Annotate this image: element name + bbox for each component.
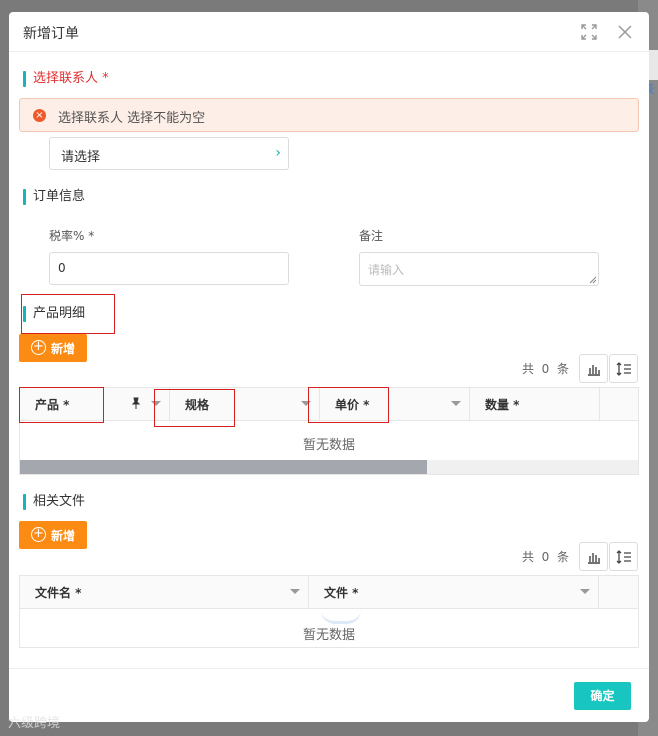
density-button[interactable] [609, 354, 638, 383]
chevron-right-icon: › [275, 145, 281, 161]
sort-caret-icon[interactable] [290, 589, 300, 594]
density-button[interactable] [609, 542, 638, 571]
pin-icon[interactable] [130, 397, 142, 409]
bar-chart-icon [588, 553, 600, 564]
highlight-box [21, 294, 115, 334]
error-icon: × [33, 109, 46, 122]
add-file-button[interactable]: + 新增 [19, 521, 87, 549]
sort-caret-icon[interactable] [451, 401, 461, 406]
column-filename-label: 文件名 * [35, 586, 82, 600]
highlight-box [154, 389, 235, 427]
count-suffix: 条 [556, 550, 569, 564]
add-product-label: 新增 [51, 342, 76, 356]
fullscreen-icon[interactable] [579, 22, 599, 42]
plus-circle-icon: + [31, 340, 46, 355]
confirm-button[interactable]: 确定 [574, 682, 631, 710]
plus-circle-icon: + [31, 527, 46, 542]
column-file-label: 文件 * [324, 586, 359, 600]
file-empty-text: 暂无数据 [302, 628, 355, 643]
bar-chart-icon [588, 365, 600, 376]
dialog-header: 新增订单 [9, 12, 649, 52]
close-icon[interactable] [615, 22, 635, 42]
add-file-label: 新增 [51, 529, 76, 543]
contact-section-title: 选择联系人 * [23, 70, 109, 88]
column-qty-label: 数量 * [485, 398, 520, 412]
count-value: 0 [541, 362, 550, 376]
column-qty[interactable]: 数量 * [470, 388, 600, 420]
product-count: 共 0 条 [522, 360, 569, 377]
count-prefix: 共 [522, 362, 535, 376]
chart-toggle-button[interactable] [579, 542, 608, 571]
sort-caret-icon[interactable] [580, 589, 590, 594]
error-alert: × 选择联系人 选择不能为空 [19, 98, 639, 132]
horizontal-scrollbar[interactable] [20, 460, 638, 474]
new-order-dialog: 新增订单 选择联系人 * × 选择联系人 选择不能为空 请选择 › 订单信息 税… [9, 12, 649, 722]
count-value: 0 [541, 550, 550, 564]
file-count: 共 0 条 [522, 548, 569, 565]
tax-label: 税率% * [49, 229, 95, 243]
count-suffix: 条 [556, 362, 569, 376]
highlight-box [19, 387, 104, 423]
watermark: 六级跨境 [8, 716, 61, 731]
highlight-box [308, 387, 389, 423]
row-height-icon [616, 550, 631, 564]
contact-select[interactable]: 请选择 › [49, 137, 289, 170]
note-textarea[interactable]: 请输入 [359, 252, 599, 286]
add-product-button[interactable]: + 新增 [19, 334, 87, 362]
tax-input[interactable]: 0 [49, 252, 289, 285]
dialog-footer-divider [9, 668, 649, 669]
alert-text: 选择联系人 选择不能为空 [58, 111, 206, 126]
dialog-title: 新增订单 [23, 26, 79, 42]
count-prefix: 共 [522, 550, 535, 564]
file-section-title: 相关文件 [23, 493, 85, 511]
product-empty-text: 暂无数据 [302, 438, 355, 453]
file-table-header: 文件名 * 文件 * [20, 576, 638, 609]
note-label: 备注 [359, 229, 384, 243]
column-filename[interactable]: 文件名 * [20, 576, 309, 608]
order-section-title: 订单信息 [23, 188, 85, 206]
note-placeholder: 请输入 [368, 263, 405, 277]
column-file[interactable]: 文件 * [309, 576, 599, 608]
row-height-icon [616, 362, 631, 376]
scrollbar-thumb[interactable] [20, 460, 427, 474]
chart-toggle-button[interactable] [579, 354, 608, 383]
resize-handle-icon[interactable] [589, 276, 597, 284]
select-placeholder: 请选择 [61, 150, 101, 165]
